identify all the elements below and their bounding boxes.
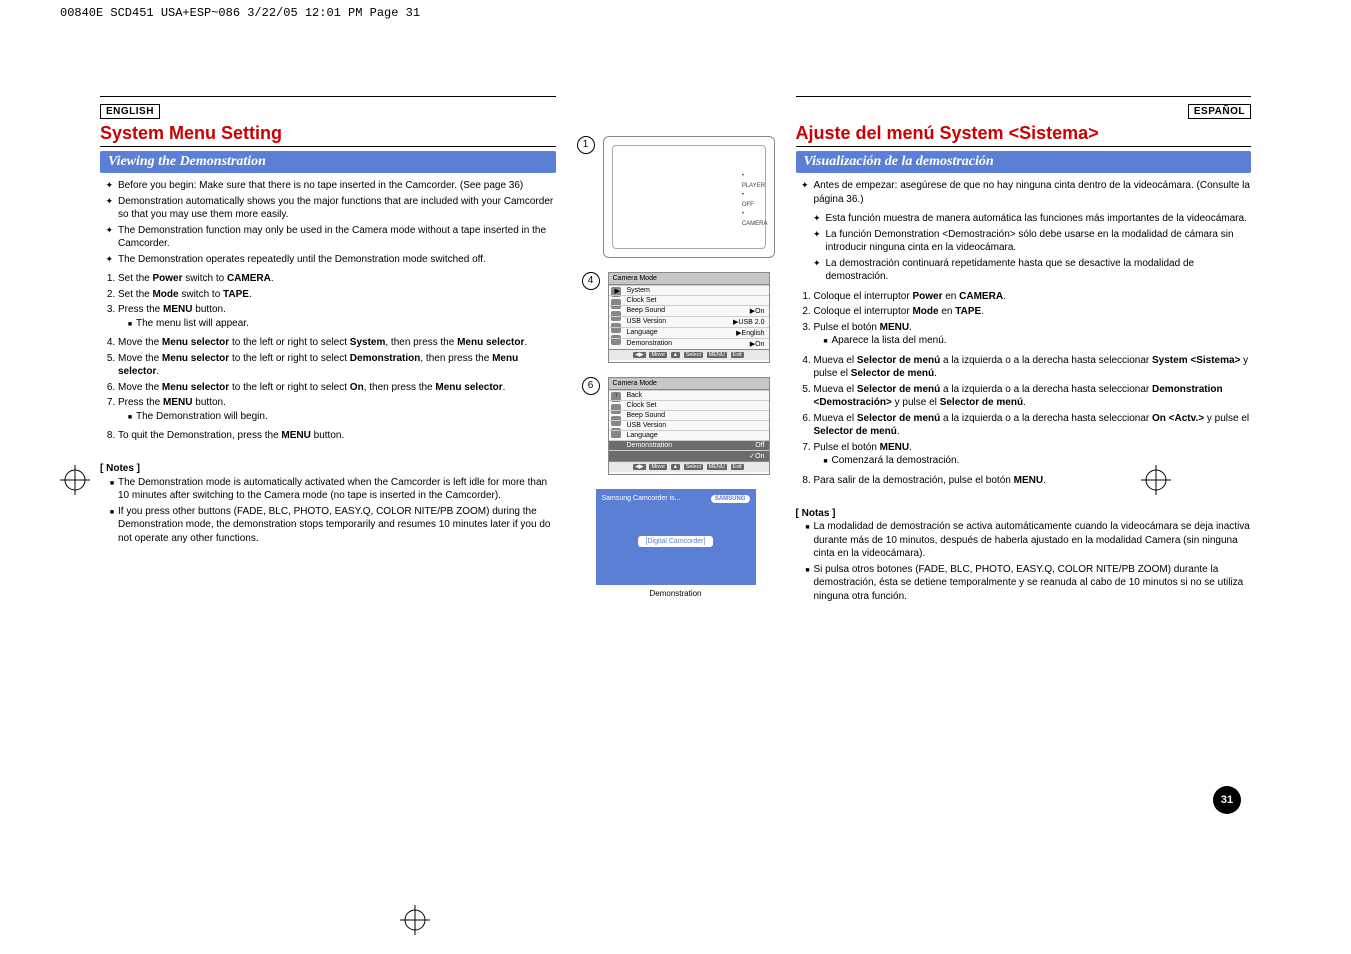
intro-item: La demostración continuará repetidamente… [826, 257, 1252, 284]
osd-row: Demonstration▶On [609, 338, 769, 349]
column-right: ESPAÑOL Ajuste del menú System <Sistema>… [796, 96, 1252, 609]
note-item: If you press other buttons (FADE, BLC, P… [118, 505, 556, 546]
step: Pulse el botón MENU. Comenzará la demost… [814, 441, 1252, 468]
osd-row: USB Version [609, 420, 769, 430]
camcorder-drawing: • PLAYER • OFF • CAMERA [603, 136, 775, 258]
demo-pill: [Digital Camcorder] [638, 536, 714, 547]
step: Set the Power switch to CAMERA. [118, 272, 556, 286]
title-right: Ajuste del menú System <Sistema> [796, 123, 1252, 144]
intro-item: La función Demonstration <Demostración> … [826, 228, 1252, 255]
intro-item: The Demonstration function may only be u… [118, 224, 556, 251]
step: To quit the Demonstration, press the MEN… [118, 429, 556, 443]
substep: The menu list will appear. [136, 317, 556, 331]
notes-heading-left: [ Notes ] [100, 462, 556, 476]
step: Move the Menu selector to the left or ri… [118, 352, 556, 379]
step: Coloque el interruptor Power en CAMERA. [814, 290, 1252, 304]
osd-title: Camera Mode [609, 378, 769, 390]
file-header: 00840E SCD451 USA+ESP~086 3/22/05 12:01 … [0, 0, 1351, 26]
osd-legend: ◀▶ Move ▲ Select MENU Exit [609, 461, 769, 472]
note-item: La modalidad de demostración se activa a… [814, 520, 1252, 561]
osd-row: ↑Back [609, 390, 769, 400]
step: Move the Menu selector to the left or ri… [118, 381, 556, 395]
osd-row: Beep Sound [609, 410, 769, 420]
demo-screen-figure: Samsung Camcorder is... SAMSUNG [Digital… [596, 489, 756, 598]
substep: Comenzará la demostración. [832, 454, 1252, 468]
step: Set the Mode switch to TAPE. [118, 288, 556, 302]
language-tag-english: ENGLISH [100, 104, 160, 119]
osd-title: Camera Mode [609, 273, 769, 285]
demo-top-text: Samsung Camcorder is... [602, 495, 681, 503]
figure-number-1: 1 [577, 136, 595, 154]
osd-row: ▶System [609, 285, 769, 295]
figure-number-6: 6 [582, 377, 600, 395]
step: Mueva el Selector de menú a la izquierda… [814, 383, 1252, 410]
intro-lead: Antes de empezar: asegúrese de que no ha… [814, 179, 1252, 206]
osd-row-highlight: ✓On [609, 450, 769, 461]
intro-item: Demonstration automatically shows you th… [118, 195, 556, 222]
demo-screen: Samsung Camcorder is... SAMSUNG [Digital… [596, 489, 756, 585]
step: Move the Menu selector to the left or ri… [118, 336, 556, 350]
intro-item: Before you begin: Make sure that there i… [118, 179, 556, 193]
mode-label: • CAMERA [742, 210, 768, 229]
intro-item: The Demonstration operates repeatedly un… [118, 253, 556, 267]
registration-mark-left [60, 465, 90, 495]
step: Pulse el botón MENU. Aparece la lista de… [814, 321, 1252, 348]
step: Mueva el Selector de menú a la izquierda… [814, 412, 1252, 439]
body-left: Before you begin: Make sure that there i… [100, 179, 556, 545]
osd-row: Clock Set [609, 295, 769, 305]
notes-heading-right: [ Notas ] [796, 507, 1252, 521]
language-tag-spanish: ESPAÑOL [1188, 104, 1251, 119]
substep: Aparece la lista del menú. [832, 334, 1252, 348]
osd-row: Language [609, 430, 769, 440]
page: 00840E SCD451 USA+ESP~086 3/22/05 12:01 … [0, 0, 1351, 954]
step: Mueva el Selector de menú a la izquierda… [814, 354, 1252, 381]
section-bar-left: Viewing the Demonstration [100, 151, 556, 173]
step: Para salir de la demostración, pulse el … [814, 474, 1252, 488]
page-number-badge: 31 [1213, 786, 1241, 814]
demo-caption: Demonstration [596, 589, 756, 598]
step: Press the MENU button. The Demonstration… [118, 396, 556, 423]
body-right: Antes de empezar: asegúrese de que no ha… [796, 179, 1252, 603]
title-left: System Menu Setting [100, 123, 556, 144]
osd-row: Beep Sound▶On [609, 305, 769, 316]
registration-mark-bottom [400, 905, 430, 935]
column-left: ENGLISH System Menu Setting Viewing the … [100, 96, 556, 609]
figure-4: 4 Camera Mode ▶System Clock Set Beep Sou… [582, 272, 770, 363]
osd-row: Language▶English [609, 327, 769, 338]
note-item: Si pulsa otros botones (FADE, BLC, PHOTO… [814, 563, 1252, 604]
osd-screen-2: Camera Mode ↑Back Clock Set Beep Sound U… [608, 377, 770, 475]
section-bar-right: Visualización de la demostración [796, 151, 1252, 173]
step: Press the MENU button. The menu list wil… [118, 303, 556, 330]
note-item: The Demonstration mode is automatically … [118, 476, 556, 503]
brand-badge: SAMSUNG [711, 495, 750, 503]
content-area: ENGLISH System Menu Setting Viewing the … [0, 26, 1351, 619]
step: Coloque el interruptor Mode en TAPE. [814, 305, 1252, 319]
mode-label: • PLAYER [742, 172, 768, 191]
osd-screen-1: Camera Mode ▶System Clock Set Beep Sound… [608, 272, 770, 363]
osd-legend: ◀▶ Move ▲ Select MENU Exit [609, 349, 769, 360]
figure-6: 6 Camera Mode ↑Back Clock Set Beep Sound… [582, 377, 770, 475]
intro-item: Esta función muestra de manera automátic… [826, 212, 1252, 226]
mode-label: • OFF [742, 191, 768, 210]
osd-row: Clock Set [609, 400, 769, 410]
osd-row: USB Version▶USB 2.0 [609, 316, 769, 327]
osd-row-highlight: DemonstrationOff [609, 440, 769, 450]
substep: The Demonstration will begin. [136, 410, 556, 424]
figure-1: 1 • PLAYER • OFF • CAMERA [577, 136, 775, 258]
illustration-column: 1 • PLAYER • OFF • CAMERA 4 Camera Mode [576, 96, 776, 609]
figure-number-4: 4 [582, 272, 600, 290]
